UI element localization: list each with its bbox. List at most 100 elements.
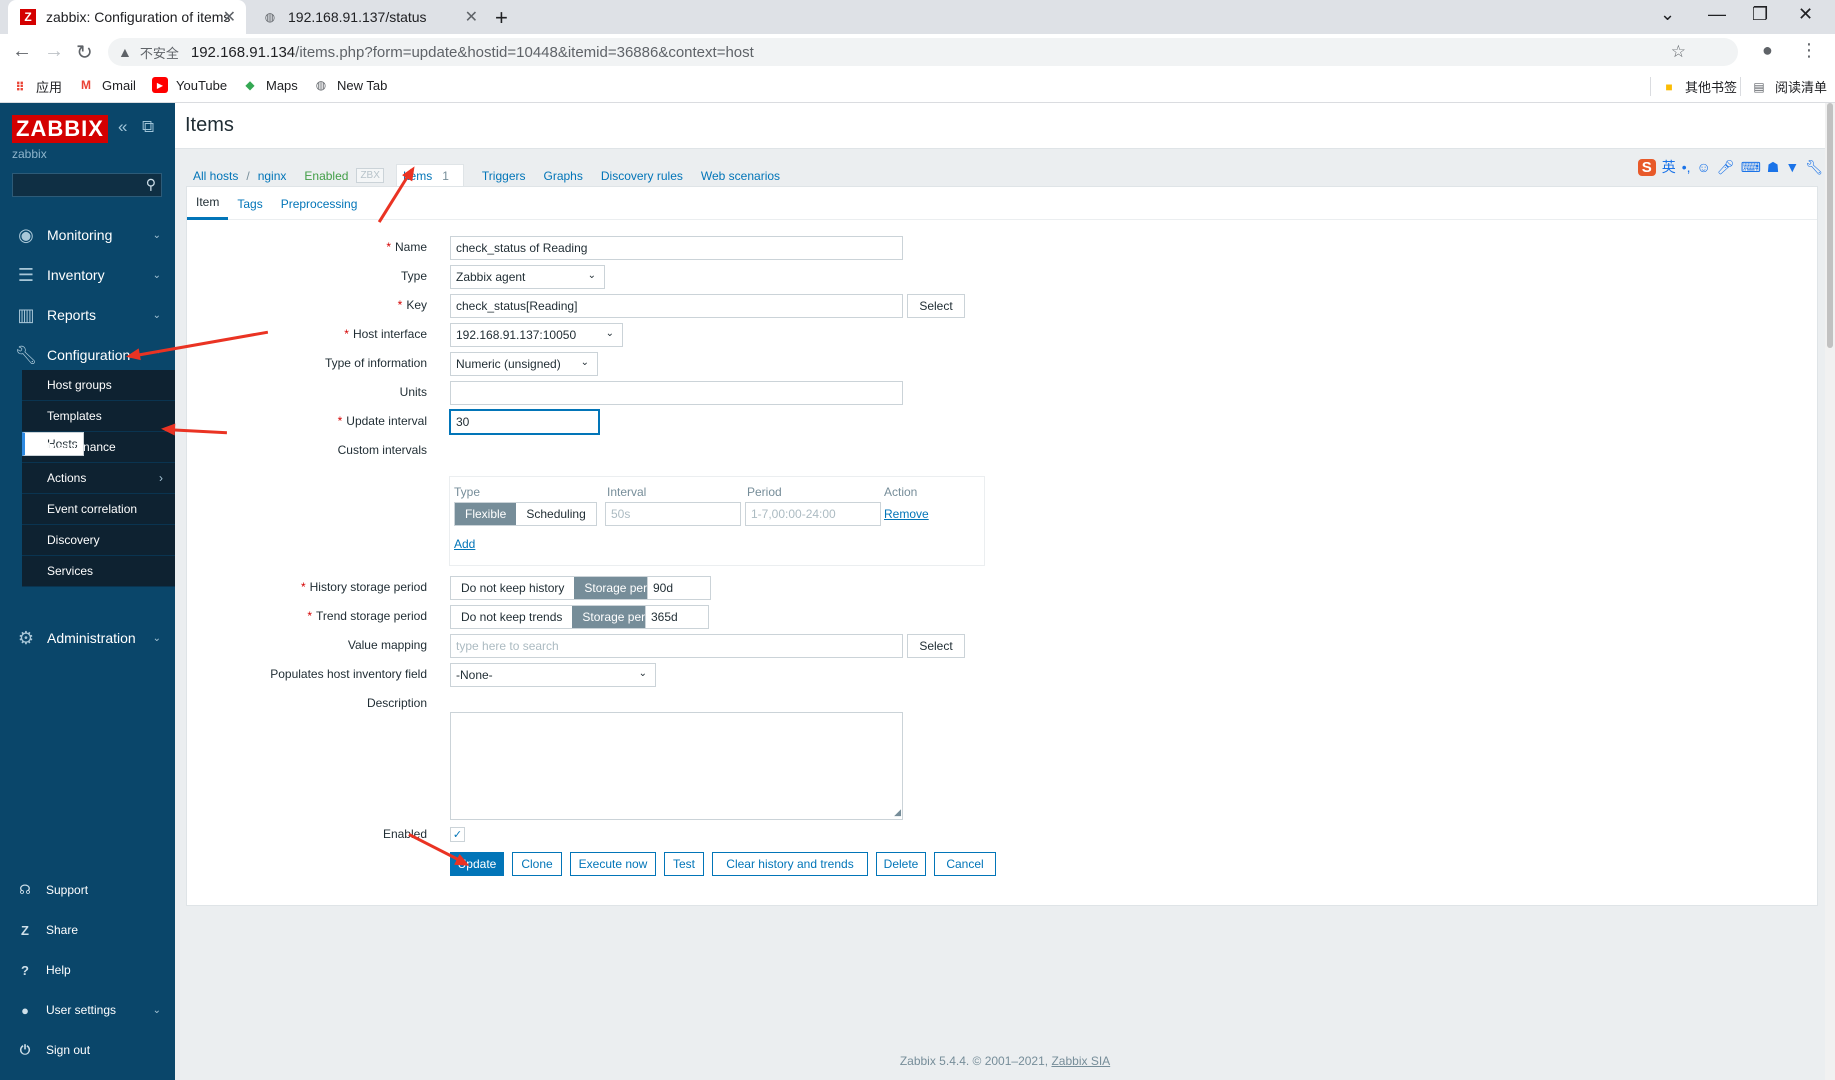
menu-help[interactable]: ? Help (0, 955, 175, 985)
submenu-maintenance[interactable]: Maintenance (22, 432, 175, 463)
breadcrumb-triggers[interactable]: Triggers (482, 169, 526, 183)
tab-item[interactable]: Item (187, 187, 229, 220)
delete-button[interactable]: Delete (876, 852, 926, 876)
bookmark-newtab[interactable]: ◍ New Tab (313, 77, 388, 93)
footer-link[interactable]: Zabbix SIA (1051, 1054, 1110, 1068)
scrollbar-thumb[interactable] (1827, 103, 1833, 348)
microphone-icon[interactable]: 🎤︎ (1717, 159, 1735, 176)
trend-value-input[interactable]: 365d (645, 605, 709, 629)
menu-reports[interactable]: ▥ Reports ⌄ (0, 298, 175, 332)
submenu-templates[interactable]: Templates (22, 401, 175, 432)
submenu-host-groups[interactable]: Host groups (22, 370, 175, 401)
test-button[interactable]: Test (664, 852, 704, 876)
name-input[interactable]: check_status of Reading (450, 236, 903, 260)
menu-user-settings[interactable]: ● User settings ⌄ (0, 995, 175, 1025)
menu-share[interactable]: Z Share (0, 915, 175, 945)
restore-icon[interactable]: ❐ (1752, 4, 1768, 25)
menu-sign-out[interactable]: ⏻ Sign out (0, 1035, 175, 1065)
breadcrumb-web-scenarios[interactable]: Web scenarios (701, 169, 780, 183)
update-interval-input[interactable]: 30 (450, 410, 599, 434)
ci-type-scheduling[interactable]: Scheduling (516, 503, 596, 525)
new-tab-icon[interactable]: + (495, 5, 508, 31)
submenu-discovery[interactable]: Discovery (22, 525, 175, 556)
execute-now-button[interactable]: Execute now (570, 852, 656, 876)
reload-icon[interactable]: ↻ (76, 40, 93, 65)
ci-interval-input[interactable]: 50s (605, 502, 741, 526)
ci-add-link[interactable]: Add (454, 537, 475, 551)
host-interface-select[interactable]: 192.168.91.137:10050 ⌄ (450, 323, 623, 347)
browser-tab-status[interactable]: ◍ 192.168.91.137/status ✕ (250, 0, 488, 34)
tools-icon[interactable]: 🔧︎ (1805, 159, 1823, 176)
tab-tags[interactable]: Tags (228, 187, 271, 220)
forward-icon[interactable]: → (44, 40, 64, 63)
user-icon[interactable]: ☗ (1767, 159, 1780, 176)
page-scrollbar[interactable] (1825, 103, 1835, 1080)
value-mapping-select-button[interactable]: Select (907, 634, 965, 658)
clear-history-button[interactable]: Clear history and trends (712, 852, 868, 876)
bookmark-other[interactable]: ■ 其他书签 (1650, 77, 1737, 96)
bookmark-gmail[interactable]: M Gmail (78, 77, 136, 93)
menu-monitoring[interactable]: ◉ Monitoring ⌄ (0, 218, 175, 252)
enabled-checkbox[interactable]: ✓ (450, 827, 465, 842)
bookmark-apps[interactable]: ⠿ 应用 (12, 77, 62, 96)
profile-icon[interactable]: ● (1762, 40, 1773, 61)
punctuation-icon[interactable]: •, (1682, 159, 1691, 175)
address-bar[interactable]: ▲ 不安全 192.168.91.134/items.php?form=upda… (108, 38, 1738, 66)
browser-tab-zabbix[interactable]: Z zabbix: Configuration of items ✕ (8, 0, 246, 34)
trend-do-not-keep[interactable]: Do not keep trends (451, 606, 573, 628)
menu-inventory[interactable]: ☰ Inventory ⌄ (0, 258, 175, 292)
collapse-sidebar-icon[interactable]: « (118, 117, 127, 137)
clone-button[interactable]: Clone (512, 852, 562, 876)
ci-period-input[interactable]: 1-7,00:00-24:00 (745, 502, 881, 526)
breadcrumb-host[interactable]: nginx (258, 169, 287, 183)
type-select[interactable]: Zabbix agent ⌄ (450, 265, 605, 289)
warning-icon[interactable]: ▲ (118, 44, 132, 60)
history-do-not-keep[interactable]: Do not keep history (451, 577, 575, 599)
submenu-services[interactable]: Services (22, 556, 175, 587)
history-value-input[interactable]: 90d (647, 576, 711, 600)
close-window-icon[interactable]: ✕ (1798, 4, 1813, 25)
bookmark-youtube[interactable]: ▶ YouTube (152, 77, 227, 93)
inventory-select[interactable]: -None- ⌄ (450, 663, 656, 687)
ime-language-label[interactable]: 英 (1662, 157, 1676, 177)
emoji-icon[interactable]: ☺ (1697, 159, 1711, 175)
value-mapping-input[interactable]: type here to search (450, 634, 903, 658)
bookmark-maps[interactable]: ◆ Maps (242, 77, 297, 93)
type-info-select[interactable]: Numeric (unsigned) ⌄ (450, 352, 598, 376)
cancel-button[interactable]: Cancel (934, 852, 996, 876)
breadcrumb-discovery-rules[interactable]: Discovery rules (601, 169, 683, 183)
menu-administration[interactable]: ⚙ Administration ⌄ (0, 621, 175, 655)
kiosk-mode-icon[interactable]: ⧉ (142, 117, 154, 137)
more-menu-icon[interactable]: ⋮ (1800, 40, 1818, 61)
tab-preprocessing[interactable]: Preprocessing (272, 187, 367, 220)
tab-search-icon[interactable]: ⌄ (1660, 4, 1675, 25)
description-textarea[interactable]: ◢ (450, 712, 903, 820)
keyboard-icon[interactable]: ⌨ (1741, 159, 1761, 176)
form-row-key: * Key check_status[Reading] Select (187, 294, 1817, 318)
close-tab-icon[interactable]: ✕ (223, 7, 236, 27)
star-icon[interactable]: ☆ (1671, 42, 1686, 62)
host-status-enabled[interactable]: Enabled (304, 169, 348, 183)
key-input[interactable]: check_status[Reading] (450, 294, 903, 318)
menu-configuration[interactable]: 🔧︎ Configuration ⌃ (0, 338, 175, 372)
menu-support[interactable]: ☊ Support (0, 875, 175, 905)
ci-remove-link[interactable]: Remove (884, 507, 929, 521)
submenu-event-correlation[interactable]: Event correlation (22, 494, 175, 525)
security-label[interactable]: 不安全 (140, 43, 179, 62)
search-icon[interactable]: ⚲ (146, 176, 156, 193)
close-tab-icon[interactable]: ✕ (465, 7, 478, 27)
key-select-button[interactable]: Select (907, 294, 965, 318)
ci-type-flexible[interactable]: Flexible (455, 503, 517, 525)
minimize-icon[interactable]: — (1708, 4, 1726, 25)
resize-grip-icon[interactable]: ◢ (894, 807, 901, 818)
back-icon[interactable]: ← (12, 40, 32, 63)
sidebar-search-input[interactable]: ⚲ (12, 173, 162, 197)
zabbix-logo[interactable]: ZABBIX (12, 115, 108, 143)
reading-list[interactable]: ▤ 阅读清单 (1740, 77, 1827, 96)
sogou-ime-icon[interactable]: S (1637, 158, 1656, 176)
skin-icon[interactable]: ▼ (1785, 159, 1799, 175)
breadcrumb-all-hosts[interactable]: All hosts (193, 169, 238, 183)
units-input[interactable] (450, 381, 903, 405)
breadcrumb-graphs[interactable]: Graphs (544, 169, 583, 183)
submenu-actions[interactable]: Actions › (22, 463, 175, 494)
